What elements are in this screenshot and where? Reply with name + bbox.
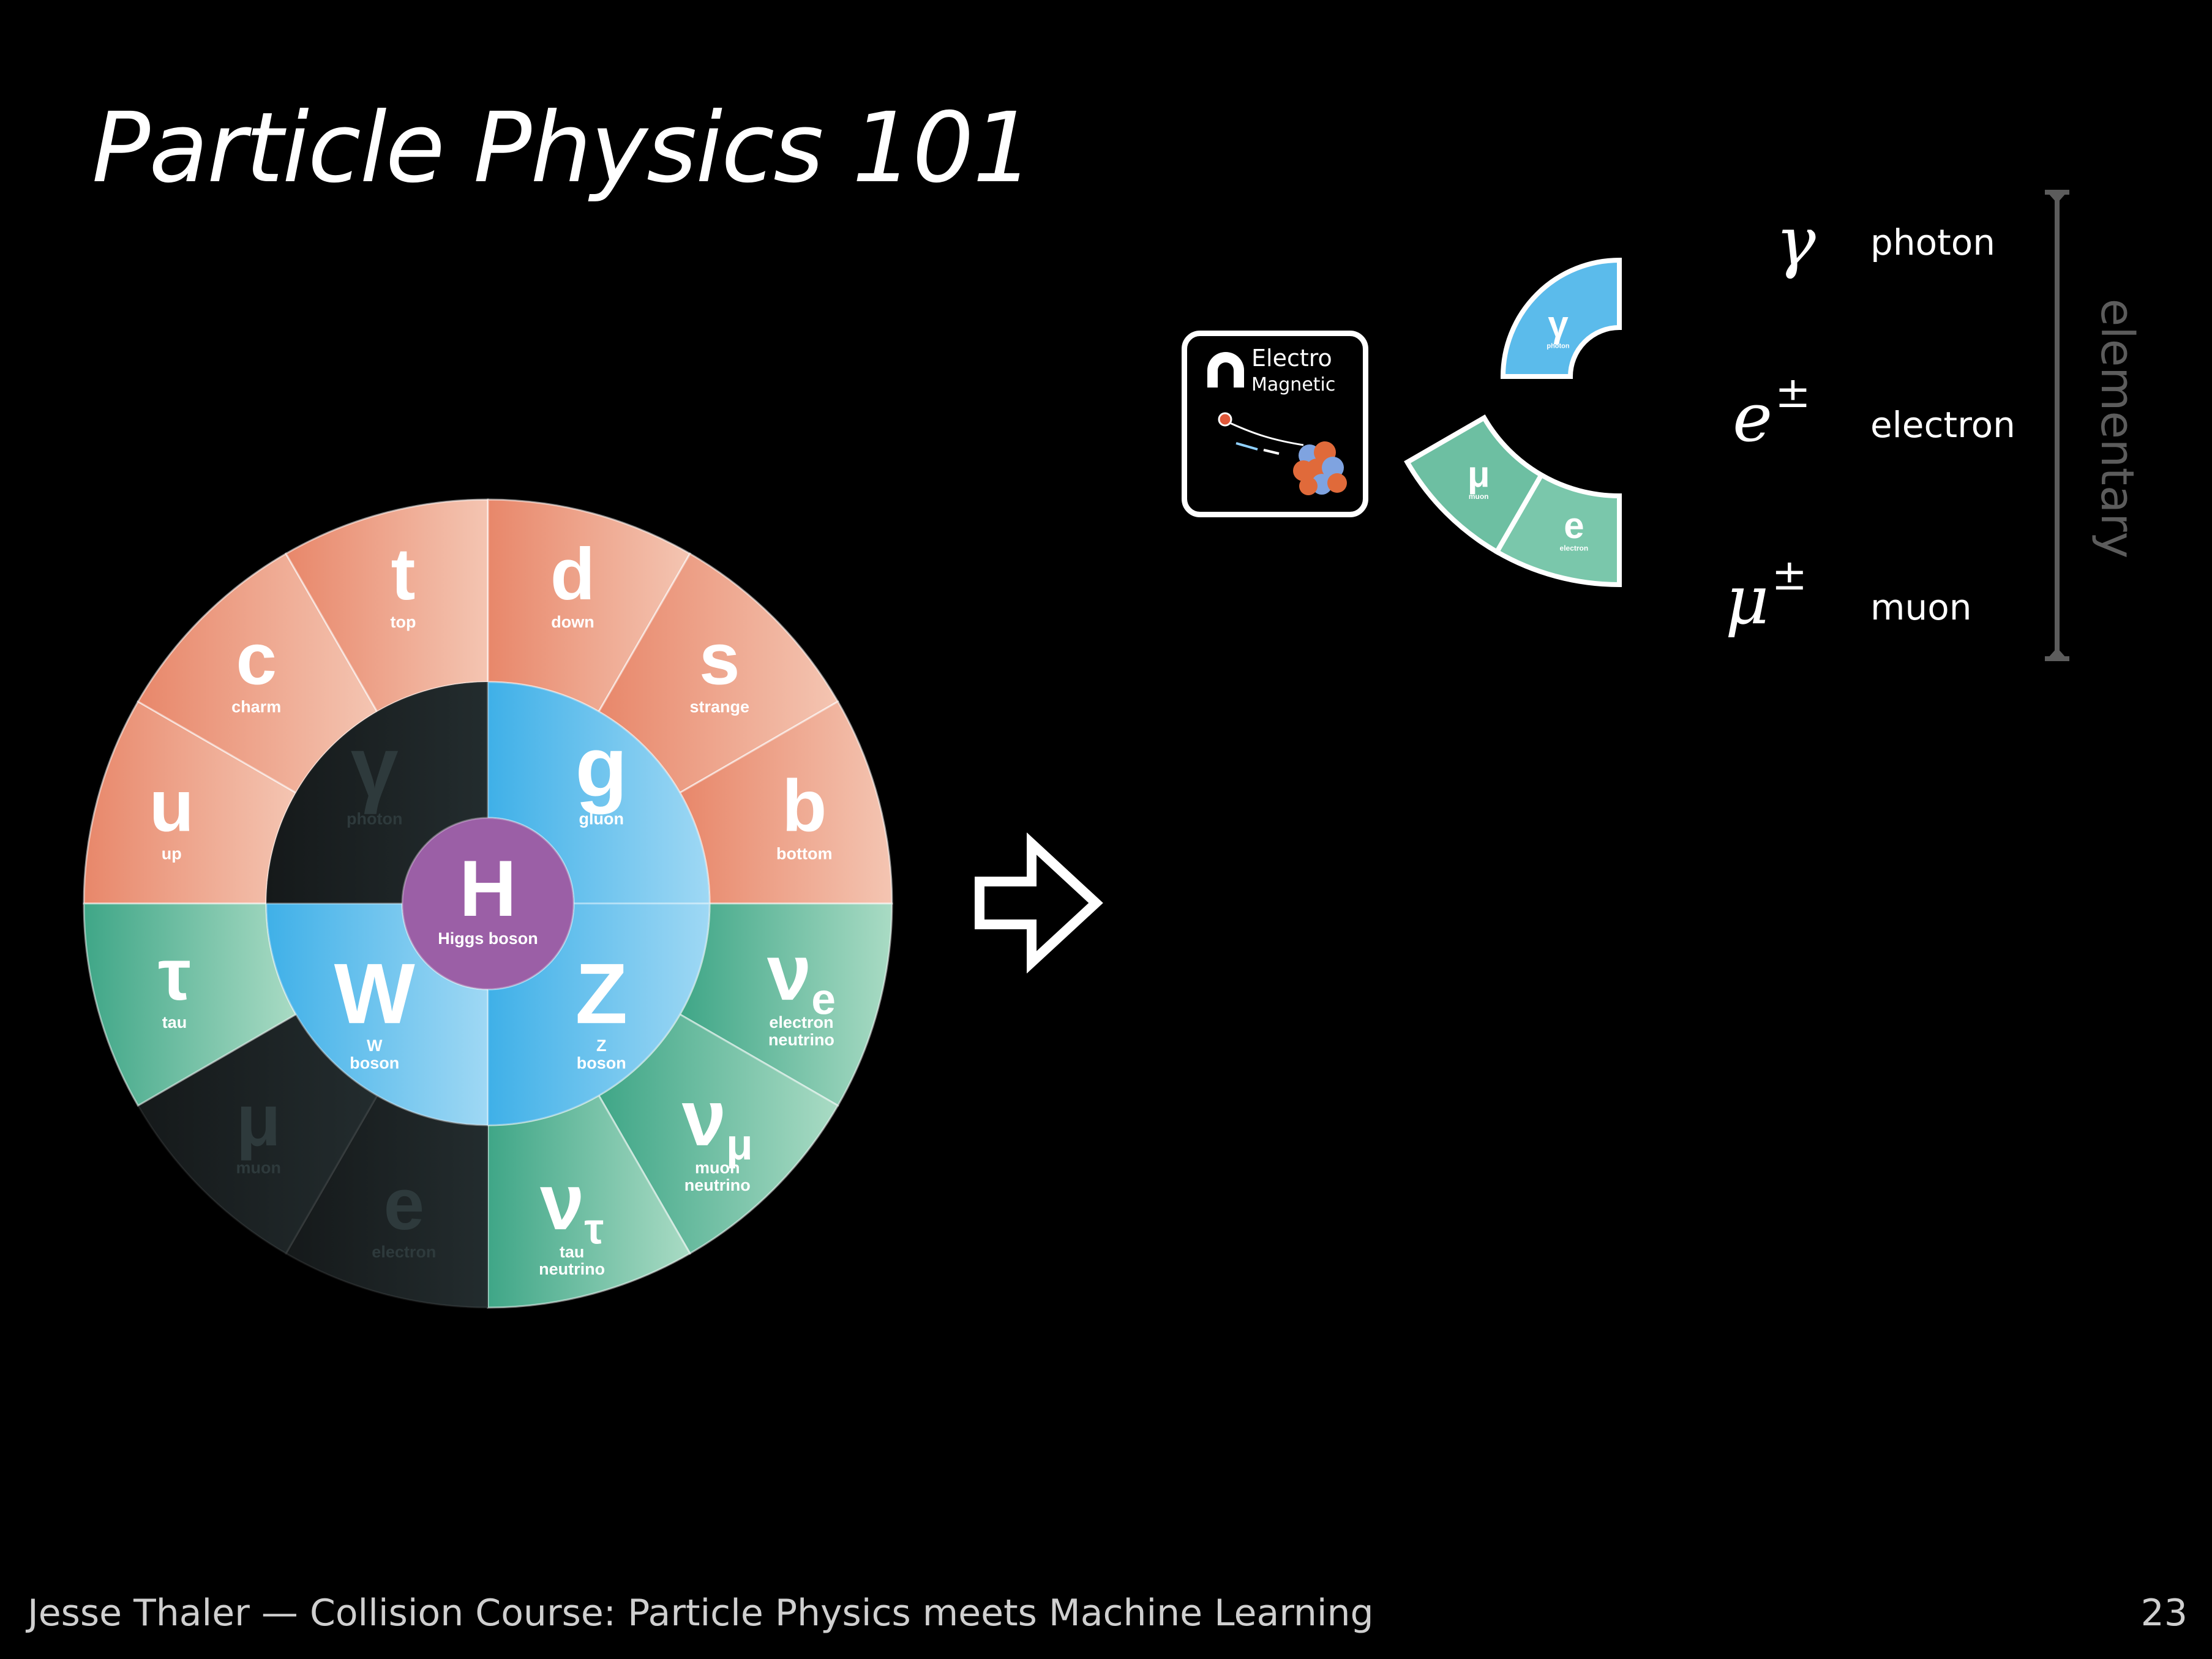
electron-symbol: e± [1733, 367, 1811, 457]
mini-muon-name: muon [1469, 492, 1489, 501]
mini-electron-name: electron [1560, 544, 1589, 552]
elementary-label: elementary [2091, 298, 2143, 559]
slide-footer: Jesse Thaler — Collision Course: Particl… [28, 1592, 1374, 1635]
muon-symbol-main: μ [1725, 561, 1769, 639]
page-number: 23 [2140, 1592, 2188, 1635]
group-bracket [2045, 190, 2069, 661]
electron-symbol-sup: ± [1775, 367, 1811, 418]
mini-photon-name: photon [1547, 343, 1570, 350]
electron-symbol-main: e [1733, 378, 1773, 457]
muon-symbol-sup: ± [1771, 550, 1808, 600]
photon-symbol: γ [1775, 202, 1816, 280]
photon-label: photon [1870, 222, 1996, 263]
mini-muon-symbol: μ [1468, 454, 1490, 495]
electron-label: electron [1870, 404, 2015, 446]
slide: Particle Physics 101 u up c charm t top d down s… [0, 0, 2212, 1659]
mini-electron-symbol: e [1564, 505, 1584, 546]
muon-symbol: μ± [1725, 550, 1807, 639]
photon-symbol-main: γ [1775, 202, 1816, 280]
mini-photon-symbol: γ [1548, 304, 1569, 345]
muon-label: muon [1870, 586, 1972, 628]
